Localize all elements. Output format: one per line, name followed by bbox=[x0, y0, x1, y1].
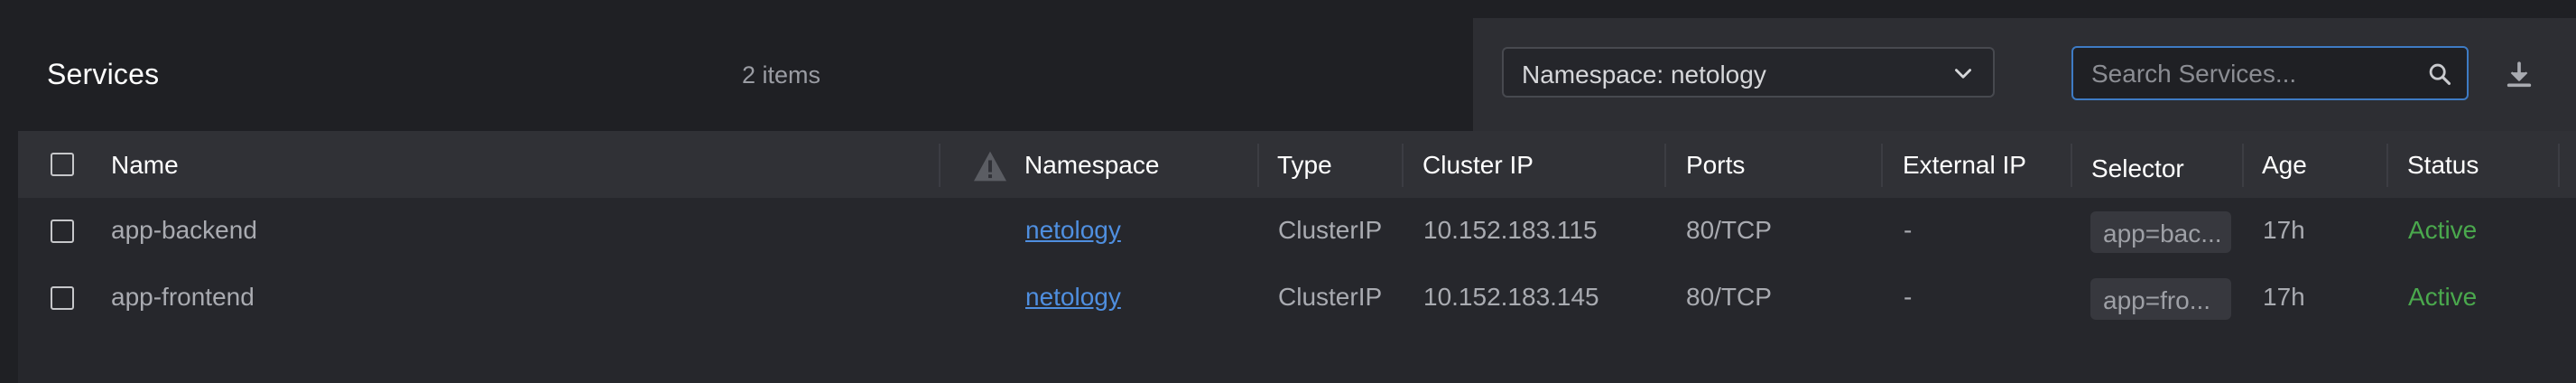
namespace-select-label: Namespace: netology bbox=[1522, 61, 1766, 89]
column-age[interactable]: Age bbox=[2262, 151, 2307, 180]
cluster-ip: 10.152.183.115 bbox=[1423, 216, 1598, 244]
age: 17h bbox=[2263, 283, 2305, 311]
column-divider bbox=[2071, 144, 2072, 187]
column-type[interactable]: Type bbox=[1277, 151, 1332, 180]
table-row[interactable]: app-backend netology ClusterIP 10.152.18… bbox=[18, 198, 2576, 265]
column-divider bbox=[939, 144, 941, 187]
search-icon[interactable] bbox=[2427, 61, 2452, 87]
ports: 80/TCP bbox=[1686, 216, 1772, 244]
service-type: ClusterIP bbox=[1278, 283, 1383, 311]
services-panel: Services 2 items Namespace: netology Sea… bbox=[18, 18, 2576, 383]
page-title: Services bbox=[47, 58, 160, 90]
service-name[interactable]: app-frontend bbox=[111, 283, 255, 312]
external-ip: - bbox=[1904, 283, 1913, 311]
age: 17h bbox=[2263, 216, 2305, 244]
status-text: Active bbox=[2408, 283, 2478, 311]
column-namespace[interactable]: Namespace bbox=[1024, 151, 1159, 180]
column-selector[interactable]: Selector bbox=[2091, 154, 2184, 183]
selector-badge[interactable]: app=fro... bbox=[2090, 278, 2231, 320]
namespace-link[interactable]: netology bbox=[1025, 216, 1121, 245]
namespace-select[interactable]: Namespace: netology bbox=[1502, 47, 1995, 98]
column-status[interactable]: Status bbox=[2407, 151, 2479, 180]
cluster-ip: 10.152.183.145 bbox=[1423, 283, 1599, 311]
column-divider bbox=[1664, 144, 1666, 187]
column-divider bbox=[1881, 144, 1883, 187]
search-input[interactable] bbox=[2090, 57, 2418, 91]
search-box[interactable] bbox=[2071, 46, 2469, 100]
column-divider bbox=[1257, 144, 1259, 187]
column-divider bbox=[2558, 144, 2560, 187]
column-divider bbox=[2242, 144, 2244, 187]
external-ip: - bbox=[1904, 216, 1913, 244]
row-checkbox[interactable] bbox=[51, 286, 74, 310]
service-name[interactable]: app-backend bbox=[111, 216, 257, 245]
row-checkbox[interactable] bbox=[51, 220, 74, 243]
column-divider bbox=[1402, 144, 1404, 187]
column-name[interactable]: Name bbox=[111, 151, 179, 180]
select-all-checkbox[interactable] bbox=[51, 153, 74, 176]
column-ports[interactable]: Ports bbox=[1686, 151, 1745, 180]
selector-badge[interactable]: app=bac... bbox=[2090, 211, 2231, 253]
toolbar: Services 2 items Namespace: netology bbox=[18, 18, 2576, 131]
table-row[interactable]: app-frontend netology ClusterIP 10.152.1… bbox=[18, 265, 2576, 332]
toolbar-controls: Namespace: netology bbox=[1473, 18, 2576, 131]
table-header: Name Namespace Type Cluster IP Ports Ext… bbox=[18, 131, 2576, 198]
chevron-down-icon bbox=[1955, 69, 1971, 79]
ports: 80/TCP bbox=[1686, 283, 1772, 311]
namespace-link[interactable]: netology bbox=[1025, 283, 1121, 312]
column-divider bbox=[2386, 144, 2388, 187]
item-count: 2 items bbox=[742, 61, 821, 89]
warning-icon[interactable] bbox=[972, 150, 1008, 182]
download-icon[interactable] bbox=[2504, 60, 2534, 90]
service-type: ClusterIP bbox=[1278, 216, 1383, 244]
status-text: Active bbox=[2408, 216, 2478, 244]
column-cluster-ip[interactable]: Cluster IP bbox=[1422, 151, 1534, 180]
column-external-ip[interactable]: External IP bbox=[1903, 151, 2026, 180]
